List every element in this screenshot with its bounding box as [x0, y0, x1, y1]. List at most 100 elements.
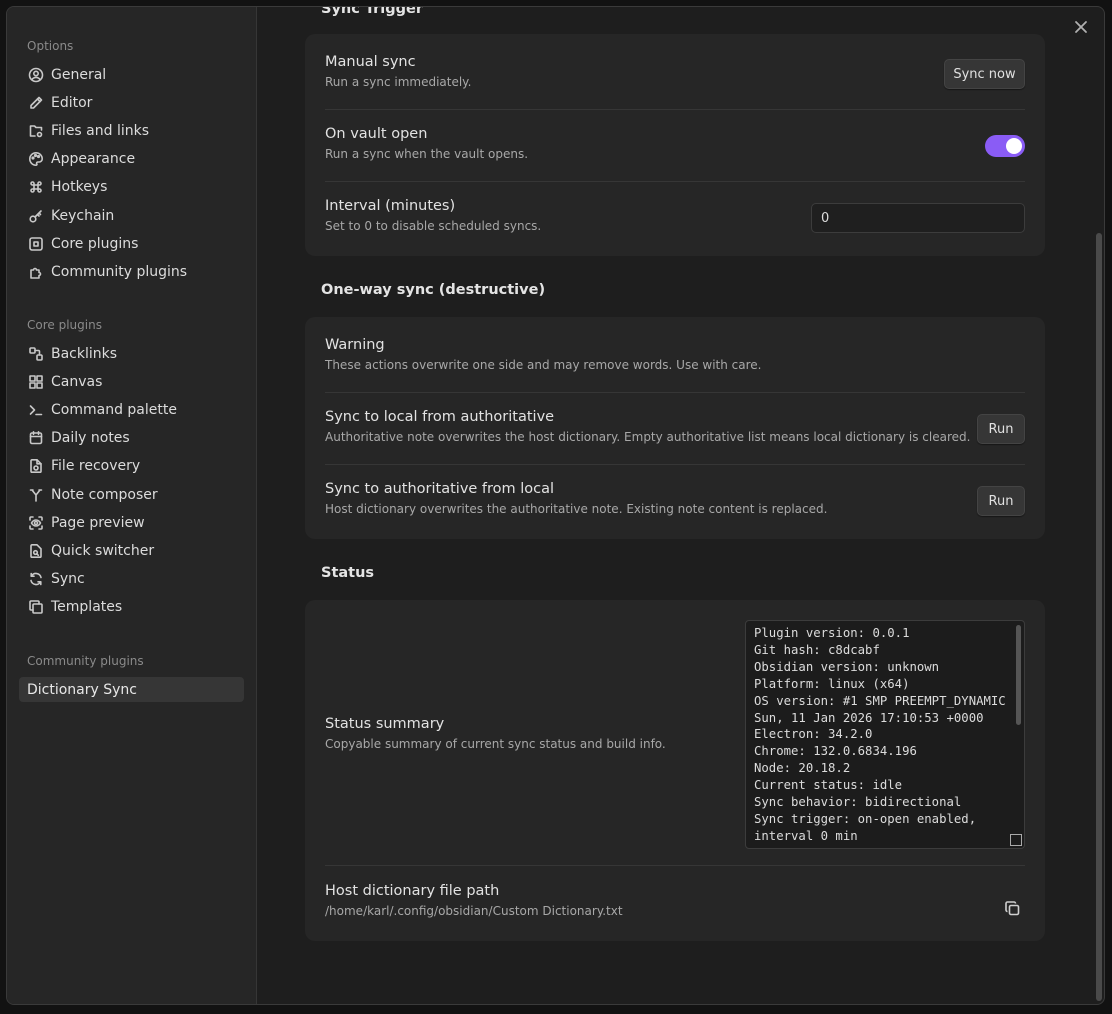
- sidebar-item-appearance[interactable]: Appearance: [19, 146, 244, 172]
- status-summary-textarea[interactable]: Plugin version: 0.0.1 Git hash: c8dcabf …: [745, 620, 1025, 849]
- sync-to-authoritative-setting: Sync to authoritative from local Host di…: [325, 481, 1025, 516]
- sidebar-item-label: Sync: [51, 571, 85, 587]
- canvas-icon: [27, 373, 45, 391]
- sidebar-group-community-plugins: Community plugins: [27, 654, 144, 668]
- content-scrollbar[interactable]: [1096, 233, 1102, 1001]
- sidebar-item-label: Keychain: [51, 208, 115, 224]
- run-sync-to-local-button[interactable]: Run: [977, 414, 1025, 444]
- settings-modal: Options General Editor Files and links A…: [6, 6, 1105, 1005]
- status-heading: Status: [321, 565, 375, 581]
- templates-icon: [27, 598, 45, 616]
- setting-title: Warning: [325, 337, 385, 353]
- command-icon: [27, 178, 45, 196]
- setting-title: Manual sync: [325, 54, 416, 70]
- status-summary-text: Plugin version: 0.0.1 Git hash: c8dcabf …: [754, 626, 1006, 843]
- terminal-icon: [27, 401, 45, 419]
- plug-icon: [27, 235, 45, 253]
- sidebar-group-core-plugins: Core plugins: [27, 318, 102, 332]
- sidebar-item-templates[interactable]: Templates: [19, 594, 244, 620]
- one-way-sync-heading: One-way sync (destructive): [321, 282, 546, 298]
- sidebar-item-daily-notes[interactable]: Daily notes: [19, 425, 244, 451]
- sidebar-item-sync[interactable]: Sync: [19, 566, 244, 592]
- setting-description: Run a sync when the vault opens.: [325, 147, 529, 161]
- setting-title: Host dictionary file path: [325, 883, 500, 899]
- setting-title: Sync to local from authoritative: [325, 409, 555, 425]
- resize-handle-icon[interactable]: [1010, 834, 1022, 846]
- sidebar-item-file-recovery[interactable]: File recovery: [19, 453, 244, 479]
- divider: [325, 109, 1025, 110]
- scan-eye-icon: [27, 514, 45, 532]
- sidebar-item-backlinks[interactable]: Backlinks: [19, 341, 244, 367]
- puzzle-icon: [27, 263, 45, 281]
- setting-title: Status summary: [325, 716, 445, 732]
- sidebar-item-label: Daily notes: [51, 430, 130, 446]
- sidebar-item-core-plugins[interactable]: Core plugins: [19, 231, 244, 257]
- setting-description: These actions overwrite one side and may…: [325, 358, 762, 372]
- sidebar-item-editor[interactable]: Editor: [19, 90, 244, 116]
- sidebar-item-label: General: [51, 67, 107, 83]
- sidebar-item-label: Editor: [51, 95, 93, 111]
- sidebar-item-note-composer[interactable]: Note composer: [19, 482, 244, 508]
- vault-open-toggle[interactable]: [985, 135, 1025, 157]
- divider: [325, 392, 1025, 393]
- divider: [325, 464, 1025, 465]
- vault-open-setting: On vault open Run a sync when the vault …: [325, 126, 1025, 161]
- sidebar-item-label: Backlinks: [51, 346, 118, 362]
- close-icon: [1075, 21, 1087, 33]
- setting-title: On vault open: [325, 126, 428, 142]
- sidebar-item-label: Canvas: [51, 374, 103, 390]
- backlinks-icon: [27, 345, 45, 363]
- pencil-icon: [27, 94, 45, 112]
- sync-trigger-card: Manual sync Run a sync immediately. Sync…: [305, 34, 1045, 256]
- setting-description: /home/karl/.config/obsidian/Custom Dicti…: [325, 904, 623, 918]
- sidebar-item-files-and-links[interactable]: Files and links: [19, 118, 244, 144]
- palette-icon: [27, 150, 45, 168]
- host-dictionary-path-setting: Host dictionary file path /home/karl/.co…: [325, 883, 925, 918]
- toggle-knob: [1006, 138, 1022, 154]
- sidebar-item-label: Note composer: [51, 487, 158, 503]
- sidebar-item-quick-switcher[interactable]: Quick switcher: [19, 538, 244, 564]
- manual-sync-setting: Manual sync Run a sync immediately.: [325, 54, 1025, 89]
- sidebar-item-label: Community plugins: [51, 264, 188, 280]
- key-icon: [27, 207, 45, 225]
- calendar-icon: [27, 429, 45, 447]
- file-recovery-icon: [27, 457, 45, 475]
- sidebar-item-label: Core plugins: [51, 236, 139, 252]
- sidebar-item-canvas[interactable]: Canvas: [19, 369, 244, 395]
- refresh-icon: [27, 570, 45, 588]
- settings-sidebar: Options General Editor Files and links A…: [7, 7, 257, 1004]
- close-button[interactable]: [1071, 17, 1091, 37]
- sidebar-item-label: Hotkeys: [51, 179, 108, 195]
- run-sync-to-authoritative-button[interactable]: Run: [977, 486, 1025, 516]
- file-search-icon: [27, 542, 45, 560]
- copy-icon: [1004, 900, 1019, 915]
- sidebar-item-label: Quick switcher: [51, 543, 155, 559]
- sidebar-item-community-plugins[interactable]: Community plugins: [19, 259, 244, 285]
- status-summary-setting: Status summary Copyable summary of curre…: [325, 716, 725, 751]
- setting-description: Authoritative note overwrites the host d…: [325, 430, 971, 444]
- status-card: Status summary Copyable summary of curre…: [305, 600, 1045, 941]
- sidebar-item-keychain[interactable]: Keychain: [19, 203, 244, 229]
- sidebar-item-command-palette[interactable]: Command palette: [19, 397, 244, 423]
- sidebar-item-page-preview[interactable]: Page preview: [19, 510, 244, 536]
- interval-input[interactable]: 0: [811, 203, 1025, 233]
- folder-cog-icon: [27, 122, 45, 140]
- textarea-scrollbar[interactable]: [1016, 625, 1021, 725]
- setting-description: Copyable summary of current sync status …: [325, 737, 666, 751]
- sidebar-item-dictionary-sync[interactable]: Dictionary Sync: [19, 677, 244, 702]
- sync-now-button[interactable]: Sync now: [944, 59, 1025, 89]
- one-way-sync-card: Warning These actions overwrite one side…: [305, 317, 1045, 539]
- warning-setting: Warning These actions overwrite one side…: [325, 337, 1025, 372]
- divider: [325, 865, 1025, 866]
- sidebar-item-general[interactable]: General: [19, 62, 244, 88]
- sidebar-item-label: Templates: [51, 599, 123, 615]
- setting-description: Host dictionary overwrites the authorita…: [325, 502, 828, 516]
- copy-path-button[interactable]: [1002, 898, 1022, 918]
- sidebar-group-options: Options: [27, 39, 74, 53]
- sync-trigger-heading: Sync Trigger: [321, 6, 424, 17]
- divider: [325, 181, 1025, 182]
- sidebar-item-label: File recovery: [51, 458, 141, 474]
- sidebar-item-hotkeys[interactable]: Hotkeys: [19, 174, 244, 200]
- sidebar-item-label: Files and links: [51, 123, 150, 139]
- merge-icon: [27, 486, 45, 504]
